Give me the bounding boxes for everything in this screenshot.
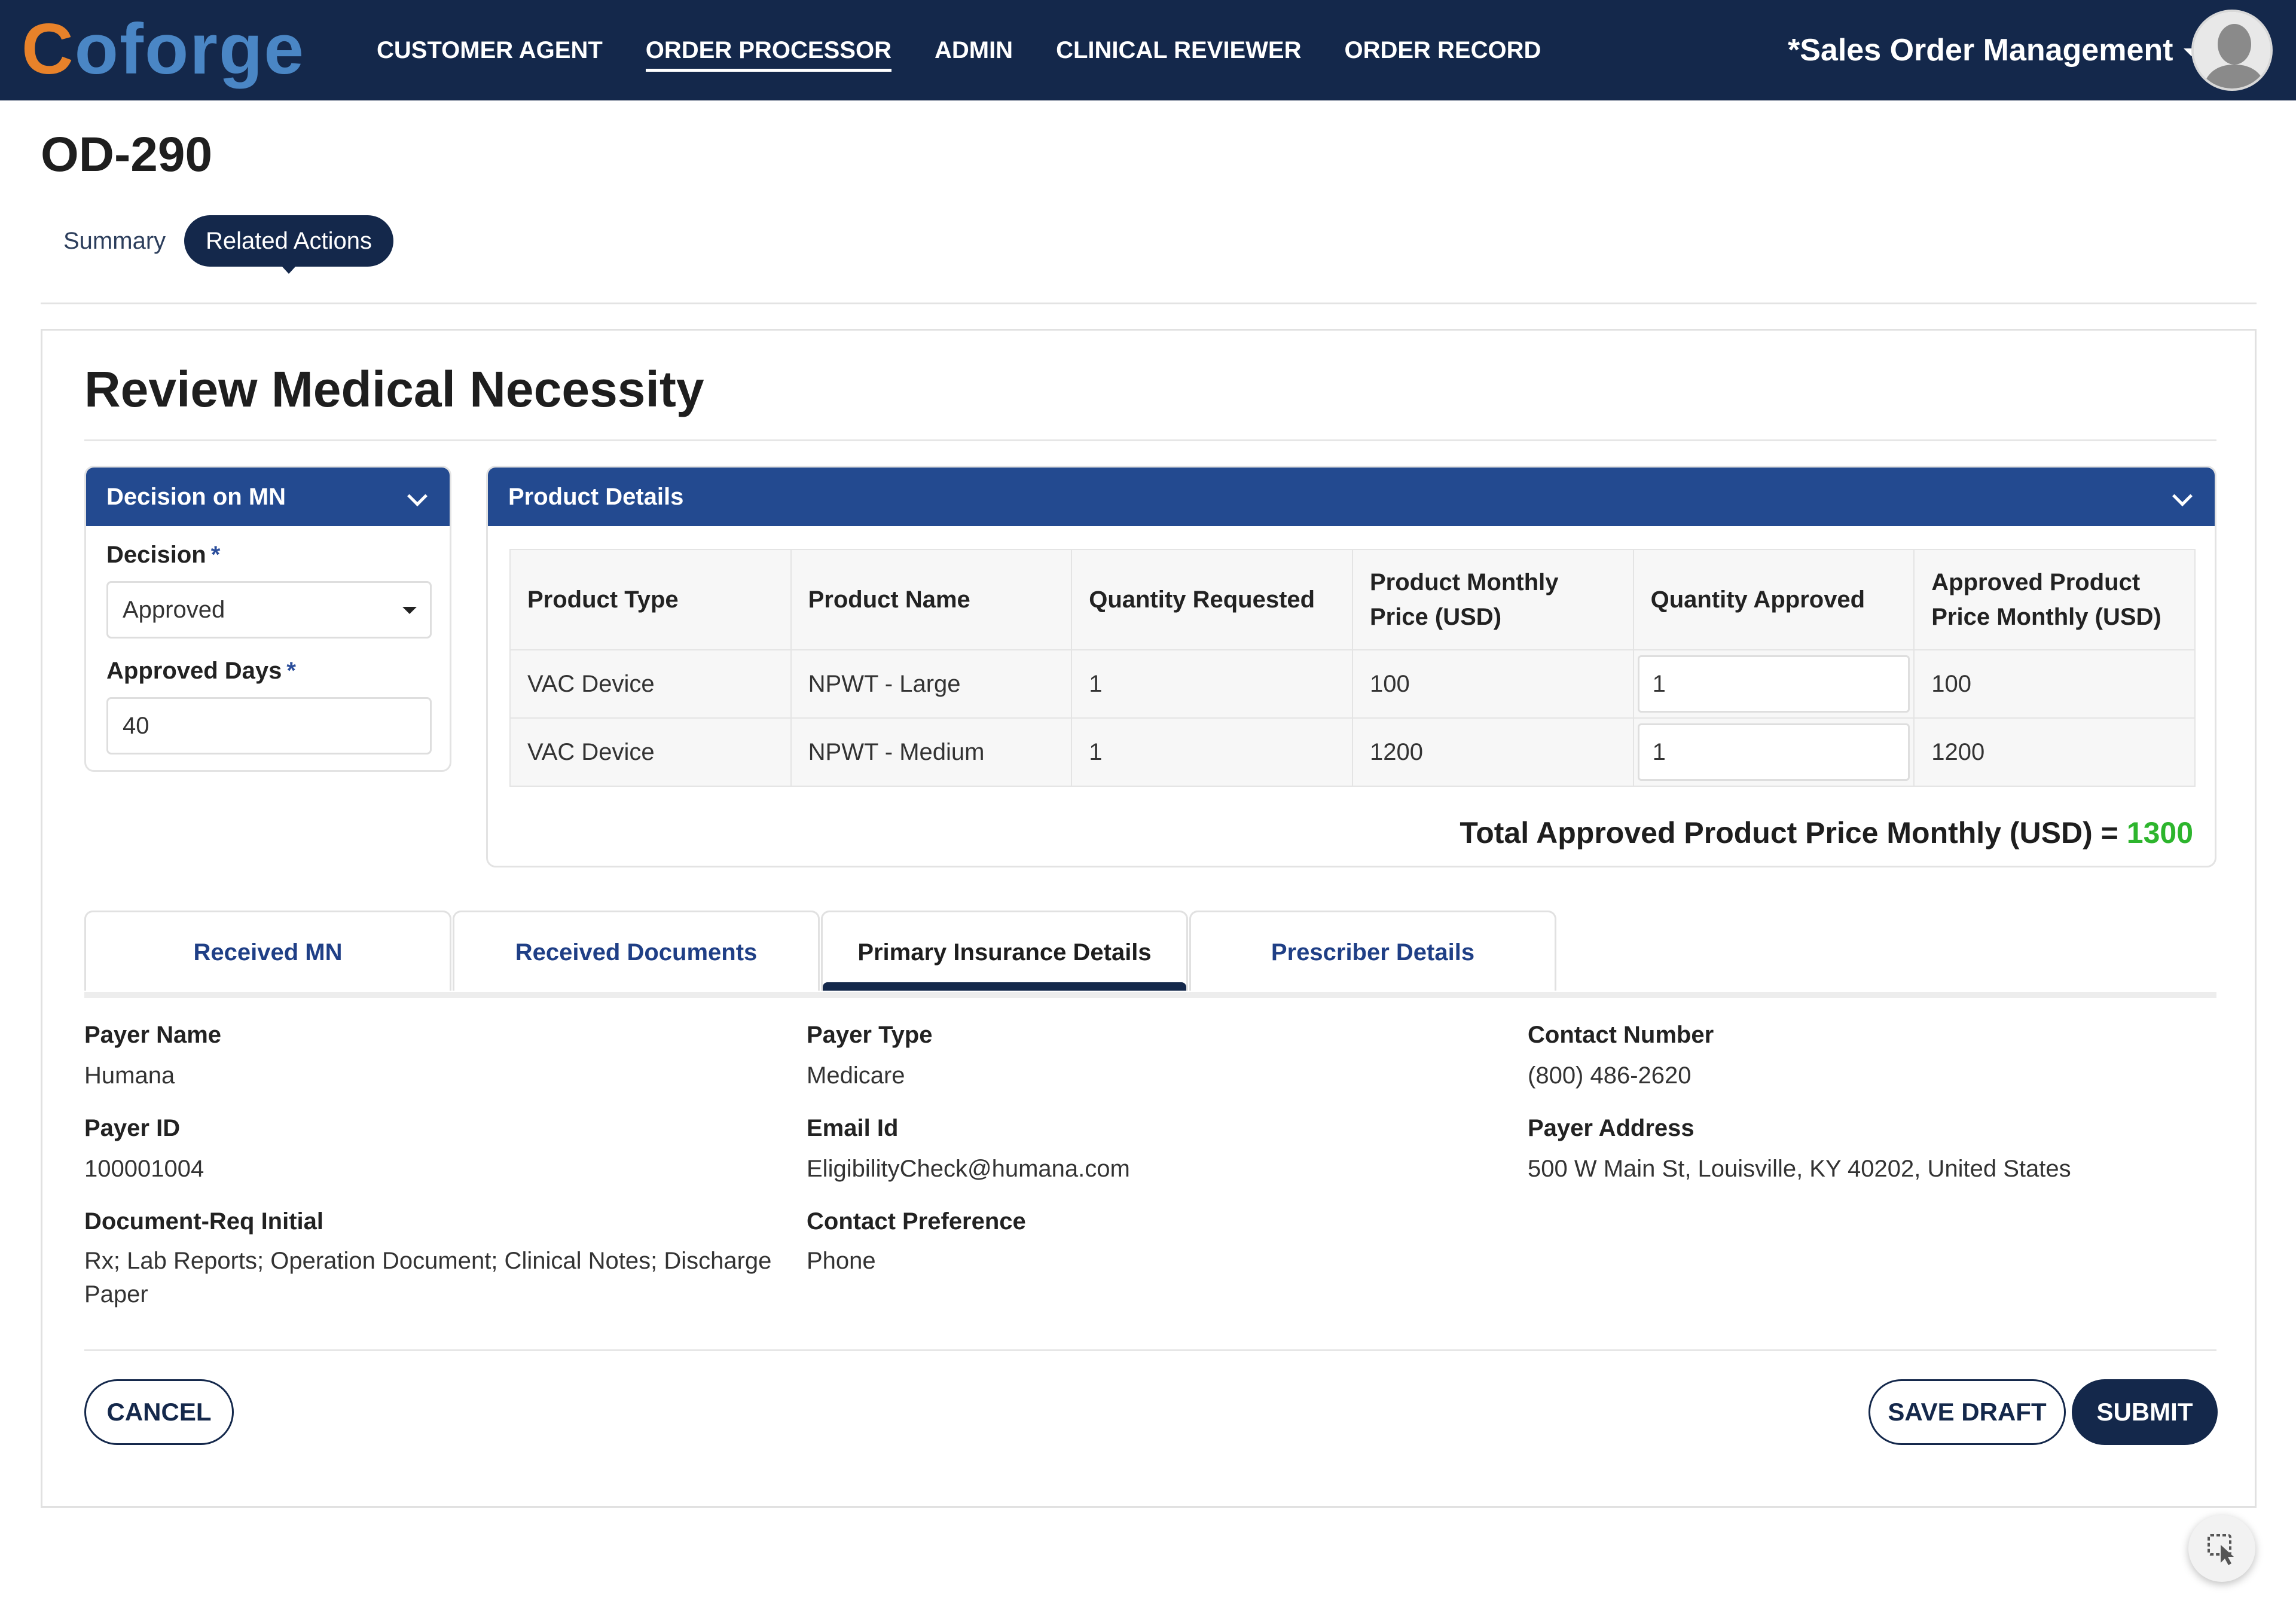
product-table: Product Type Product Name Quantity Reque… bbox=[509, 549, 2196, 787]
approved-days-label-text: Approved Days bbox=[106, 658, 282, 684]
payer-id-label: Payer ID bbox=[84, 1115, 181, 1141]
decision-label-text: Decision bbox=[106, 542, 206, 568]
assist-floating-button[interactable] bbox=[2188, 1515, 2255, 1582]
cell-approved-price: 100 bbox=[1913, 649, 2196, 719]
cell-product-type: VAC Device bbox=[509, 649, 792, 719]
payer-type-label: Payer Type bbox=[807, 1022, 933, 1048]
table-row: VAC Device NPWT - Medium 1 1200 1 1200 bbox=[509, 717, 2196, 787]
col-approved-price: Approved Product Price Monthly (USD) bbox=[1913, 549, 2196, 650]
product-panel-title: Product Details bbox=[508, 484, 684, 510]
nav-order-record[interactable]: ORDER RECORD bbox=[1344, 0, 1541, 100]
nav-order-processor[interactable]: ORDER PROCESSOR bbox=[645, 0, 892, 100]
divider bbox=[41, 303, 2257, 304]
chevron-down-icon bbox=[407, 486, 428, 506]
quantity-approved-input[interactable]: 1 bbox=[1637, 655, 1910, 713]
cell-quantity-approved: 1 bbox=[1632, 649, 1915, 719]
table-row: VAC Device NPWT - Large 1 100 1 100 bbox=[509, 649, 2196, 719]
cell-quantity-approved: 1 bbox=[1632, 717, 1915, 787]
tab-primary-insurance[interactable]: Primary Insurance Details bbox=[821, 911, 1188, 991]
document-req-label: Document-Req Initial bbox=[84, 1208, 324, 1235]
total-value: 1300 bbox=[2126, 816, 2193, 850]
decision-select[interactable]: Approved bbox=[106, 581, 432, 639]
approved-days-input[interactable]: 40 bbox=[106, 697, 432, 754]
payer-address-label: Payer Address bbox=[1528, 1115, 1694, 1141]
cell-quantity-requested: 1 bbox=[1071, 717, 1353, 787]
nav-admin[interactable]: ADMIN bbox=[935, 0, 1013, 100]
document-req-value: Rx; Lab Reports; Operation Document; Cli… bbox=[84, 1248, 772, 1307]
product-details-panel: Product Details Product Type Product Nam… bbox=[486, 466, 2216, 867]
col-monthly-price: Product Monthly Price (USD) bbox=[1351, 549, 1634, 650]
payer-name-value: Humana bbox=[84, 1062, 175, 1089]
email-value: EligibilityCheck@humana.com bbox=[807, 1156, 1130, 1182]
col-product-type: Product Type bbox=[509, 549, 792, 650]
divider bbox=[84, 1349, 2216, 1351]
contact-preference-value: Phone bbox=[807, 1248, 876, 1274]
total-label: Total Approved Product Price Monthly (US… bbox=[1460, 816, 2118, 850]
cell-monthly-price: 100 bbox=[1351, 649, 1634, 719]
cell-product-name: NPWT - Medium bbox=[790, 717, 1073, 787]
approved-days-label: Approved Days * bbox=[106, 658, 296, 685]
required-marker: * bbox=[286, 658, 296, 684]
tab-summary[interactable]: Summary bbox=[63, 215, 166, 267]
contact-number-value: (800) 486-2620 bbox=[1528, 1062, 1692, 1089]
divider bbox=[84, 439, 2216, 441]
email-label: Email Id bbox=[807, 1115, 899, 1141]
tabs-underline bbox=[84, 992, 2216, 998]
logo-letter-c: C bbox=[22, 9, 75, 89]
product-panel-header[interactable]: Product Details bbox=[488, 468, 2215, 526]
decision-label: Decision * bbox=[106, 542, 220, 569]
user-avatar[interactable] bbox=[2191, 10, 2273, 91]
nav-clinical-reviewer[interactable]: CLINICAL REVIEWER bbox=[1056, 0, 1301, 100]
nav-customer-agent[interactable]: CUSTOMER AGENT bbox=[377, 0, 603, 100]
cell-product-type: VAC Device bbox=[509, 717, 792, 787]
tab-received-mn[interactable]: Received MN bbox=[84, 911, 451, 991]
cell-product-name: NPWT - Large bbox=[790, 649, 1073, 719]
top-header: Coforge CUSTOMER AGENT ORDER PROCESSOR A… bbox=[0, 0, 2296, 100]
submit-button[interactable]: SUBMIT bbox=[2072, 1379, 2218, 1445]
cell-approved-price: 1200 bbox=[1913, 717, 2196, 787]
payer-id-value: 100001004 bbox=[84, 1156, 204, 1182]
col-product-name: Product Name bbox=[790, 549, 1073, 650]
caret-down-icon bbox=[402, 607, 417, 614]
tab-received-documents[interactable]: Received Documents bbox=[453, 911, 820, 991]
cell-monthly-price: 1200 bbox=[1351, 717, 1634, 787]
total-approved-price: Total Approved Product Price Monthly (US… bbox=[1460, 815, 2193, 850]
form-title: Review Medical Necessity bbox=[84, 361, 704, 417]
page-title: OD-290 bbox=[41, 127, 213, 182]
logo-letter-o: o bbox=[74, 9, 120, 89]
decision-panel-title: Decision on MN bbox=[106, 484, 286, 510]
contact-number-label: Contact Number bbox=[1528, 1022, 1714, 1048]
save-draft-button[interactable]: SAVE DRAFT bbox=[1868, 1379, 2066, 1445]
user-silhouette-icon bbox=[2194, 12, 2270, 88]
col-quantity-requested: Quantity Requested bbox=[1071, 549, 1353, 650]
tab-prescriber-details[interactable]: Prescriber Details bbox=[1189, 911, 1556, 991]
required-marker: * bbox=[210, 542, 221, 568]
review-card: Review Medical Necessity Decision on MN … bbox=[41, 329, 2257, 1508]
payer-type-value: Medicare bbox=[807, 1062, 905, 1089]
col-quantity-approved: Quantity Approved bbox=[1632, 549, 1915, 650]
decision-select-value: Approved bbox=[123, 597, 225, 623]
quantity-approved-input[interactable]: 1 bbox=[1637, 723, 1910, 781]
cell-quantity-requested: 1 bbox=[1071, 649, 1353, 719]
decision-panel-header[interactable]: Decision on MN bbox=[86, 468, 450, 526]
contact-preference-label: Contact Preference bbox=[807, 1208, 1026, 1235]
payer-name-label: Payer Name bbox=[84, 1022, 222, 1048]
app-switcher[interactable]: *Sales Order Management bbox=[1788, 0, 2200, 100]
pointer-select-icon bbox=[2208, 1534, 2234, 1565]
cancel-button[interactable]: CANCEL bbox=[84, 1379, 234, 1445]
payer-address-value: 500 W Main St, Louisville, KY 40202, Uni… bbox=[1528, 1156, 2071, 1182]
coforge-logo[interactable]: Coforge bbox=[22, 7, 305, 91]
decision-panel: Decision on MN Decision * Approved Approv… bbox=[84, 466, 451, 772]
main-nav: CUSTOMER AGENT ORDER PROCESSOR ADMIN CLI… bbox=[377, 0, 1584, 100]
app-switcher-label: *Sales Order Management bbox=[1788, 33, 2173, 68]
chevron-down-icon bbox=[2172, 486, 2193, 506]
table-header-row: Product Type Product Name Quantity Reque… bbox=[509, 549, 2196, 650]
tab-related-actions[interactable]: Related Actions bbox=[184, 215, 393, 274]
logo-text: forge bbox=[119, 9, 305, 89]
